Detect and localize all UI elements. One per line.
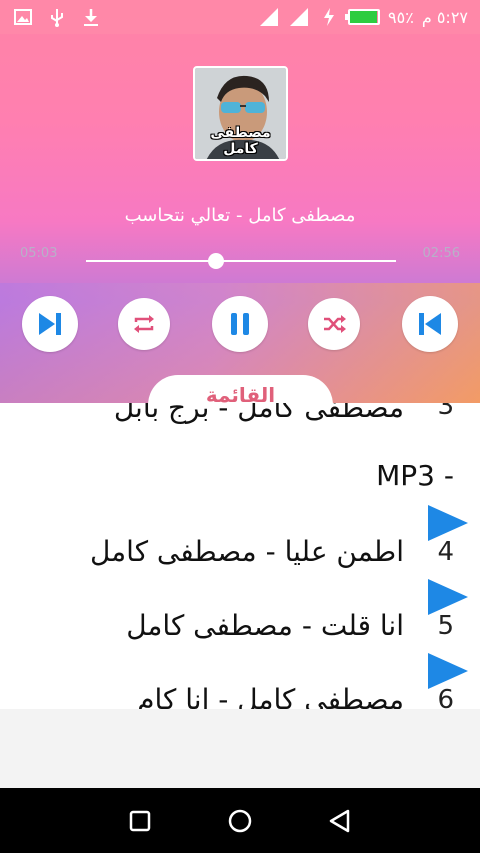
previous-button[interactable] xyxy=(402,296,458,352)
status-bar: ٩٥٪ ٥:٢٧ م xyxy=(0,0,480,34)
download-icon xyxy=(80,7,102,27)
shuffle-button[interactable] xyxy=(308,298,360,350)
item-number: 6 xyxy=(437,685,454,709)
list-item[interactable]: 5 انا قلت - مصطفى كامل xyxy=(0,577,480,642)
previous-icon xyxy=(419,313,441,335)
item-number: 5 xyxy=(437,611,454,641)
battery-icon xyxy=(345,9,381,25)
clock: ٥:٢٧ م xyxy=(421,7,468,27)
navigation-bar xyxy=(0,788,480,853)
charging-icon xyxy=(318,7,340,27)
pause-icon xyxy=(231,313,249,335)
item-number: 3 xyxy=(437,403,454,421)
track-title: مصطفى كامل - تعالي نتحاسب xyxy=(124,205,356,226)
list-item[interactable]: 6 مصطفى كامل - انا كام xyxy=(0,651,480,709)
pause-button[interactable] xyxy=(212,296,268,352)
home-button[interactable] xyxy=(225,806,255,836)
empty-area xyxy=(0,709,480,788)
signal-icon xyxy=(258,7,280,27)
repeat-button[interactable] xyxy=(118,298,170,350)
usb-icon xyxy=(46,7,68,27)
item-title: MP3 - xyxy=(376,459,454,492)
repeat-icon xyxy=(134,315,154,333)
recents-button[interactable] xyxy=(125,806,155,836)
battery-text: ٩٥٪ xyxy=(388,7,414,27)
signal-icon xyxy=(288,7,310,27)
image-icon xyxy=(12,7,34,27)
seek-knob[interactable] xyxy=(208,253,225,269)
back-icon xyxy=(329,809,350,832)
playlist-tab[interactable]: القائمة xyxy=(148,375,333,403)
recents-icon xyxy=(129,810,151,831)
item-title: انا قلت - مصطفى كامل xyxy=(126,609,404,642)
list-item[interactable]: 3 مصطفى كامل - برج بابل xyxy=(0,403,480,441)
status-left xyxy=(12,7,102,27)
back-button[interactable] xyxy=(325,806,355,836)
player-header: مصطفى كامل مصطفى كامل - تعالي نتحاسب 05:… xyxy=(0,0,480,403)
item-number: 4 xyxy=(437,537,454,567)
album-art: مصطفى كامل xyxy=(193,66,288,161)
item-title: مصطفى كامل - انا كام xyxy=(137,683,404,709)
shuffle-icon xyxy=(324,315,346,333)
list-item[interactable]: 4 اطمن عليا - مصطفى كامل xyxy=(0,503,480,568)
playlist: 3 مصطفى كامل - برج بابل MP3 - 4 اطمن علي… xyxy=(0,403,480,709)
battery-fill xyxy=(350,11,377,23)
elapsed-time: 05:03 xyxy=(20,246,58,261)
item-title: مصطفى كامل - برج بابل xyxy=(113,403,404,424)
status-right: ٩٥٪ ٥:٢٧ م xyxy=(258,7,468,27)
total-time: 02:56 xyxy=(422,246,460,261)
app-screen: مصطفى كامل مصطفى كامل - تعالي نتحاسب 05:… xyxy=(0,0,480,853)
item-title: اطمن عليا - مصطفى كامل xyxy=(89,535,404,568)
home-icon xyxy=(228,809,252,832)
next-icon xyxy=(39,313,61,335)
seek-bar[interactable] xyxy=(86,253,396,269)
album-caption: مصطفى كامل xyxy=(210,125,271,157)
next-button[interactable] xyxy=(22,296,78,352)
